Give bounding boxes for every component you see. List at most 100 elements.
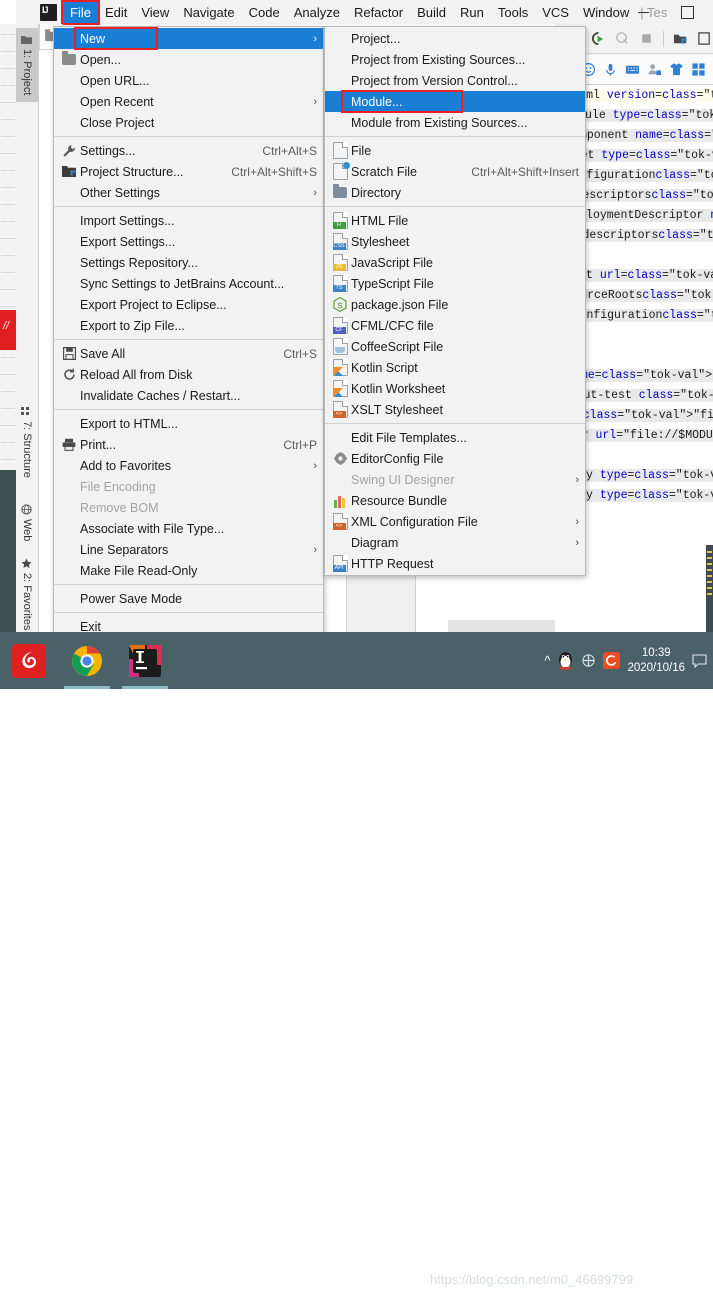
- file-menu-item-open-recent[interactable]: Open Recent ›: [54, 91, 323, 112]
- new-submenu-item-javascript-file[interactable]: JS JavaScript File: [325, 252, 585, 273]
- file-menu-item-invalidate-caches-restart[interactable]: Invalidate Caches / Restart...: [54, 385, 323, 406]
- new-submenu-item-cfml-cfc-file[interactable]: CF CFML/CFC file: [325, 315, 585, 336]
- qq-penguin-icon[interactable]: [557, 651, 574, 670]
- file-menu-item-export-to-html[interactable]: Export to HTML...: [54, 413, 323, 434]
- tool-window-button-favorites[interactable]: 2: Favorites: [16, 552, 38, 632]
- new-submenu-item-diagram[interactable]: Diagram ›: [325, 532, 585, 553]
- new-submenu-item-label: CFML/CFC file: [351, 318, 434, 333]
- menubar-item-analyze[interactable]: Analyze: [287, 2, 347, 23]
- file-menu-item-label: Invalidate Caches / Restart...: [80, 388, 241, 403]
- file-menu-item-sync-settings-to-jetbrains-account[interactable]: Sync Settings to JetBrains Account...: [54, 273, 323, 294]
- structure-icon: [21, 406, 33, 417]
- file-menu-item-settings-repository[interactable]: Settings Repository...: [54, 252, 323, 273]
- file-menu-item-save-all[interactable]: Save All Ctrl+S: [54, 343, 323, 364]
- run-with-coverage-icon[interactable]: [591, 31, 606, 46]
- file-menu-item-power-save-mode[interactable]: Power Save Mode: [54, 588, 323, 609]
- file-menu-item-settings[interactable]: Settings... Ctrl+Alt+S: [54, 140, 323, 161]
- no-icon: [58, 591, 80, 607]
- file-menu-item-close-project[interactable]: Close Project: [54, 112, 323, 133]
- new-submenu-item-html-file[interactable]: H HTML File: [325, 210, 585, 231]
- new-submenu-item-module[interactable]: Module...: [325, 91, 585, 112]
- new-submenu-item-project[interactable]: Project...: [325, 28, 585, 49]
- file-menu-item-open-url[interactable]: Open URL...: [54, 70, 323, 91]
- tool-window-button-web[interactable]: Web: [16, 498, 38, 544]
- menubar-item-navigate[interactable]: Navigate: [176, 2, 241, 23]
- file-menu-item-export-settings[interactable]: Export Settings...: [54, 231, 323, 252]
- file-menu-item-other-settings[interactable]: Other Settings ›: [54, 182, 323, 203]
- tool-window-button-structure[interactable]: 7: Structure: [16, 400, 38, 488]
- file-menu-item-associate-with-file-type[interactable]: Associate with File Type...: [54, 518, 323, 539]
- new-submenu-item-scratch-file[interactable]: Scratch File Ctrl+Alt+Shift+Insert: [325, 161, 585, 182]
- new-submenu-item-stylesheet[interactable]: CSS Stylesheet: [325, 231, 585, 252]
- new-submenu-item-editorconfig-file[interactable]: EditorConfig File: [325, 448, 585, 469]
- http-request-icon: API: [329, 555, 351, 572]
- new-submenu-item-project-from-version-control[interactable]: Project from Version Control...: [325, 70, 585, 91]
- no-icon: [329, 535, 351, 551]
- file-menu-item-label: Save All: [80, 346, 126, 361]
- menubar-item-edit[interactable]: Edit: [98, 2, 134, 23]
- new-submenu-item-label: Swing UI Designer: [351, 472, 455, 487]
- new-submenu-item-package-json-file[interactable]: package.json File: [325, 294, 585, 315]
- chevron-right-icon: ›: [575, 515, 579, 528]
- new-submenu-item-file[interactable]: File: [325, 140, 585, 161]
- wrench-icon: [58, 143, 80, 159]
- contact-card-icon[interactable]: [647, 62, 662, 77]
- keyboard-icon[interactable]: [625, 62, 640, 77]
- show-hidden-icons-chevron[interactable]: ^: [544, 653, 550, 668]
- file-menu-item-reload-all-from-disk[interactable]: Reload All from Disk: [54, 364, 323, 385]
- no-icon: [58, 542, 80, 558]
- file-menu-item-make-file-read-only[interactable]: Make File Read-Only: [54, 560, 323, 581]
- file-menu-item-line-separators[interactable]: Line Separators ›: [54, 539, 323, 560]
- search-icon[interactable]: [697, 31, 712, 46]
- no-icon: [58, 521, 80, 537]
- new-submenu-item-http-request[interactable]: API HTTP Request: [325, 553, 585, 574]
- directory-icon: [329, 184, 351, 201]
- file-menu-item-label: Export Settings...: [80, 234, 176, 249]
- input-method-icon[interactable]: [581, 653, 596, 668]
- system-tray: ^ 10:39 2020/10/16: [544, 632, 707, 689]
- menubar-item-refactor[interactable]: Refactor: [347, 2, 410, 23]
- menubar-item-vcs[interactable]: VCS: [535, 2, 576, 23]
- new-submenu-item-project-from-existing-sources[interactable]: Project from Existing Sources...: [325, 49, 585, 70]
- google-chrome-icon[interactable]: [58, 632, 116, 689]
- minimize-button[interactable]: [621, 0, 665, 24]
- menubar-item-tools[interactable]: Tools: [491, 2, 535, 23]
- file-menu-item-project-structure[interactable]: Project Structure... Ctrl+Alt+Shift+S: [54, 161, 323, 182]
- new-submenu-item-xslt-stylesheet[interactable]: <> XSLT Stylesheet: [325, 399, 585, 420]
- new-submenu-item-typescript-file[interactable]: TS TypeScript File: [325, 273, 585, 294]
- tool-window-button-project[interactable]: 1: Project: [16, 28, 38, 102]
- menubar-item-view[interactable]: View: [134, 2, 176, 23]
- no-icon: [58, 115, 80, 131]
- menubar-item-file[interactable]: File: [61, 0, 100, 25]
- new-submenu-item-coffeescript-file[interactable]: CoffeeScript File: [325, 336, 585, 357]
- new-submenu-item-xml-configuration-file[interactable]: <> XML Configuration File ›: [325, 511, 585, 532]
- microphone-icon[interactable]: [603, 62, 618, 77]
- menubar-item-build[interactable]: Build: [410, 2, 453, 23]
- intellij-idea-icon[interactable]: [116, 632, 174, 689]
- netease-music-icon[interactable]: [0, 632, 58, 689]
- file-menu-item-import-settings[interactable]: Import Settings...: [54, 210, 323, 231]
- new-submenu-item-kotlin-worksheet[interactable]: Kotlin Worksheet: [325, 378, 585, 399]
- new-submenu-popup[interactable]: Project... Project from Existing Sources.…: [324, 26, 586, 576]
- file-menu-item-export-to-zip-file[interactable]: Export to Zip File...: [54, 315, 323, 336]
- file-menu-item-open[interactable]: Open...: [54, 49, 323, 70]
- file-menu-item-add-to-favorites[interactable]: Add to Favorites ›: [54, 455, 323, 476]
- new-submenu-item-directory[interactable]: Directory: [325, 182, 585, 203]
- maximize-button[interactable]: [665, 0, 709, 24]
- menubar-item-run[interactable]: Run: [453, 2, 491, 23]
- project-structure-icon[interactable]: [673, 31, 688, 46]
- sogou-icon[interactable]: [603, 652, 621, 669]
- new-submenu-item-module-from-existing-sources[interactable]: Module from Existing Sources...: [325, 112, 585, 133]
- new-submenu-item-resource-bundle[interactable]: Resource Bundle: [325, 490, 585, 511]
- new-submenu-item-kotlin-script[interactable]: Kotlin Script: [325, 357, 585, 378]
- notifications-icon[interactable]: [692, 653, 707, 668]
- file-menu-item-print[interactable]: Print... Ctrl+P: [54, 434, 323, 455]
- file-menu-item-export-project-to-eclipse[interactable]: Export Project to Eclipse...: [54, 294, 323, 315]
- shirt-icon[interactable]: [669, 62, 684, 77]
- file-menu-item-new[interactable]: New ›: [54, 28, 323, 49]
- new-submenu-item-edit-file-templates[interactable]: Edit File Templates...: [325, 427, 585, 448]
- taskbar-clock[interactable]: 10:39 2020/10/16: [627, 646, 685, 676]
- apps-grid-icon[interactable]: [691, 62, 706, 77]
- menubar-item-code[interactable]: Code: [242, 2, 287, 23]
- file-menu-popup[interactable]: New › Open... Open URL... Open Recent › Close …: [53, 26, 324, 639]
